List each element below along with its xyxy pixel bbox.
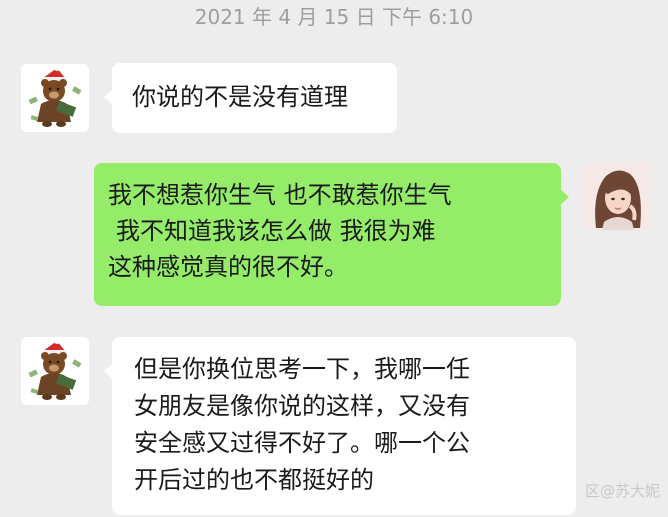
message-text-line: 女朋友是像你说的这样，又没有 [134, 392, 470, 420]
message-text-line: 你说的不是没有道理 [132, 83, 348, 111]
girl-portrait-avatar-icon [584, 162, 652, 230]
message-bubble[interactable]: 但是你换位思考一下，我哪一任 女朋友是像你说的这样，又没有 安全感又过得不好了。… [104, 337, 576, 515]
message-bubble-self[interactable]: 我不想惹你生气 也不敢惹你生气 我不知道我该怎么做 我很为难 这种感觉真的很不好… [94, 163, 569, 306]
contact-avatar[interactable] [21, 337, 89, 405]
message-text-line: 但是你换位思考一下，我哪一任 [134, 355, 470, 383]
chat-timestamp: 2021 年 4 月 15 日 下午 6:10 [194, 5, 474, 29]
message-text-line: 我不想惹你生气 也不敢惹你生气 [108, 181, 452, 209]
brown-bear-santa-hat-avatar-icon [21, 64, 89, 132]
message-text-line: 这种感觉真的很不好。 [108, 253, 348, 281]
message-text-line: 安全感又过得不好了。哪一个公 [134, 429, 470, 457]
message-bubble[interactable]: 你说的不是没有道理 [104, 63, 397, 133]
brown-bear-santa-hat-avatar-icon [21, 337, 89, 405]
self-avatar[interactable] [584, 162, 652, 230]
message-text-line: 我不知道我该怎么做 我很为难 [116, 217, 436, 245]
message-text-line: 开后过的也不都挺好的 [134, 466, 374, 494]
watermark: 区@苏大妮 [584, 482, 660, 500]
contact-avatar[interactable] [21, 64, 89, 132]
